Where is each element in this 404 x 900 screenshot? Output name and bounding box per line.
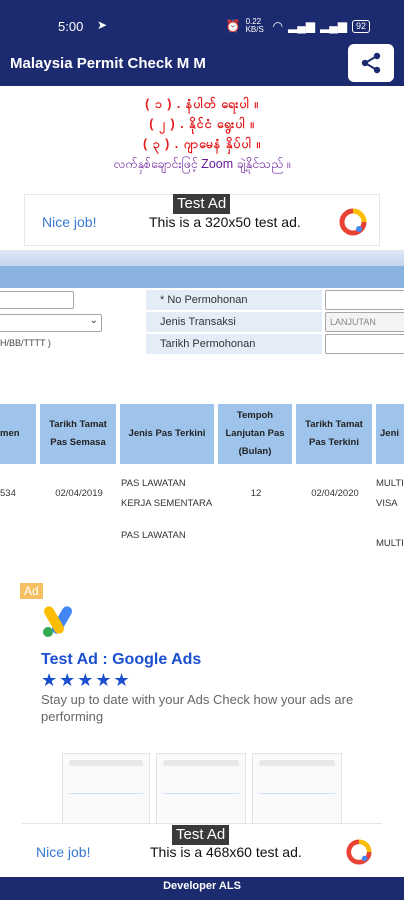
banner-ad-large[interactable]: Test Ad Nice job! This is a 468x60 test …	[22, 823, 382, 879]
google-ads-logo-icon	[43, 606, 72, 637]
ad-screenshot	[252, 753, 342, 825]
rating-stars: ★★★★★	[41, 670, 132, 690]
tarikh-permohonan-label: Tarikh Permohonan	[146, 334, 322, 354]
instruction-step-3: ( ၃ ) . ဂျာမေနံ နှိပ်ပါ ။	[143, 137, 261, 151]
status-icons: ⏰ 0.22 KB/S ◠ ▂▄▆ ▂▄▆ 92	[226, 18, 370, 34]
ad-text: This is a 320x50 test ad.	[149, 214, 301, 230]
jenis-transaksi-field: LANJUTAN	[325, 312, 404, 332]
telegram-icon: ➤	[97, 18, 108, 32]
country-select[interactable]: ⌄	[0, 314, 102, 332]
chevron-down-icon: ⌄	[89, 315, 98, 326]
admob-logo-icon	[339, 208, 367, 236]
ad-tag: Test Ad	[173, 194, 231, 214]
date-format-hint: H/BB/TTTT )	[0, 338, 51, 348]
table-header: Jeni	[376, 404, 404, 464]
battery-icon: 92	[351, 19, 370, 33]
table-cell: PAS LAWATAN KERJA SEMENTARA	[121, 478, 213, 509]
table-cell: MULTI VISA	[376, 478, 404, 509]
alarm-icon: ⏰	[225, 19, 241, 33]
table-header: Tempoh Lanjutan Pas (Bulan)	[218, 404, 294, 464]
jenis-transaksi-label: Jenis Transaksi	[146, 312, 322, 332]
table-header: Tarikh Tamat Pas Semasa	[40, 404, 118, 464]
table-cell: 534	[0, 488, 16, 499]
ad-description: Stay up to date with your Ads Check how …	[41, 692, 354, 724]
tarikh-permohonan-input[interactable]	[325, 334, 404, 354]
footer: Developer ALS	[0, 877, 404, 900]
network-speed: 0.22 KB/S	[245, 17, 264, 34]
ad-text: This is a 468x60 test ad.	[150, 844, 302, 860]
ad-nice-text: Nice job!	[36, 844, 91, 860]
ad-nice-text: Nice job!	[42, 214, 97, 230]
signal-icon-2: ▂▄▆	[320, 19, 347, 33]
status-bar: 5:00 ➤ ⏰ 0.22 KB/S ◠ ▂▄▆ ▂▄▆ 92	[0, 0, 404, 40]
table-header: Tarikh Tamat Pas Terkini	[296, 404, 374, 464]
instruction-zoom: လက်နှစ်ချောင်းဖြင့် Zoom ချဲ့နိုင်သည် ။	[113, 157, 291, 171]
web-nav-band	[0, 266, 404, 288]
table-cell: 12	[250, 488, 262, 499]
web-header	[0, 250, 404, 266]
table-cell: 02/04/2019	[55, 488, 103, 499]
ad-tag: Test Ad	[172, 825, 230, 845]
no-permohonan-label: * No Permohonan	[146, 290, 322, 310]
app-title: Malaysia Permit Check M M	[10, 55, 206, 72]
no-permohonan-input[interactable]	[325, 290, 404, 310]
instruction-step-1: ( ၁ ) . နံပါတ် ရေးပါ ။	[145, 97, 259, 111]
share-button[interactable]	[348, 44, 394, 82]
ad-screenshot	[62, 753, 150, 825]
table-cell: MULTI	[376, 538, 404, 549]
signal-icon: ▂▄▆	[288, 19, 316, 33]
native-ad[interactable]: Ad Test Ad : Google Ads ★★★★★ Stay up to…	[0, 553, 404, 825]
share-icon	[361, 52, 381, 74]
table-header: men	[0, 404, 38, 464]
ad-screenshot	[156, 753, 246, 825]
admob-logo-icon	[346, 839, 372, 865]
passport-input[interactable]	[0, 291, 74, 309]
instructions: ( ၁ ) . နံပါတ် ရေးပါ ။ ( ၂ ) . နိုင်ငံ ရ…	[0, 94, 404, 174]
ad-headline: Test Ad : Google Ads	[41, 651, 202, 668]
instruction-step-2: ( ၂ ) . နိုင်ငံ ရွေးပါ ။	[149, 117, 255, 131]
wifi-icon: ◠	[272, 19, 284, 33]
banner-ad-small[interactable]: Test Ad Nice job! This is a 320x50 test …	[24, 194, 380, 246]
ad-badge: Ad	[20, 583, 43, 599]
app-bar: Malaysia Permit Check M M	[0, 40, 404, 86]
table-cell: PAS LAWATAN	[121, 530, 186, 541]
status-time: 5:00	[58, 19, 84, 34]
table-header: Jenis Pas Terkini	[120, 404, 216, 464]
table-cell: 02/04/2020	[311, 488, 359, 499]
